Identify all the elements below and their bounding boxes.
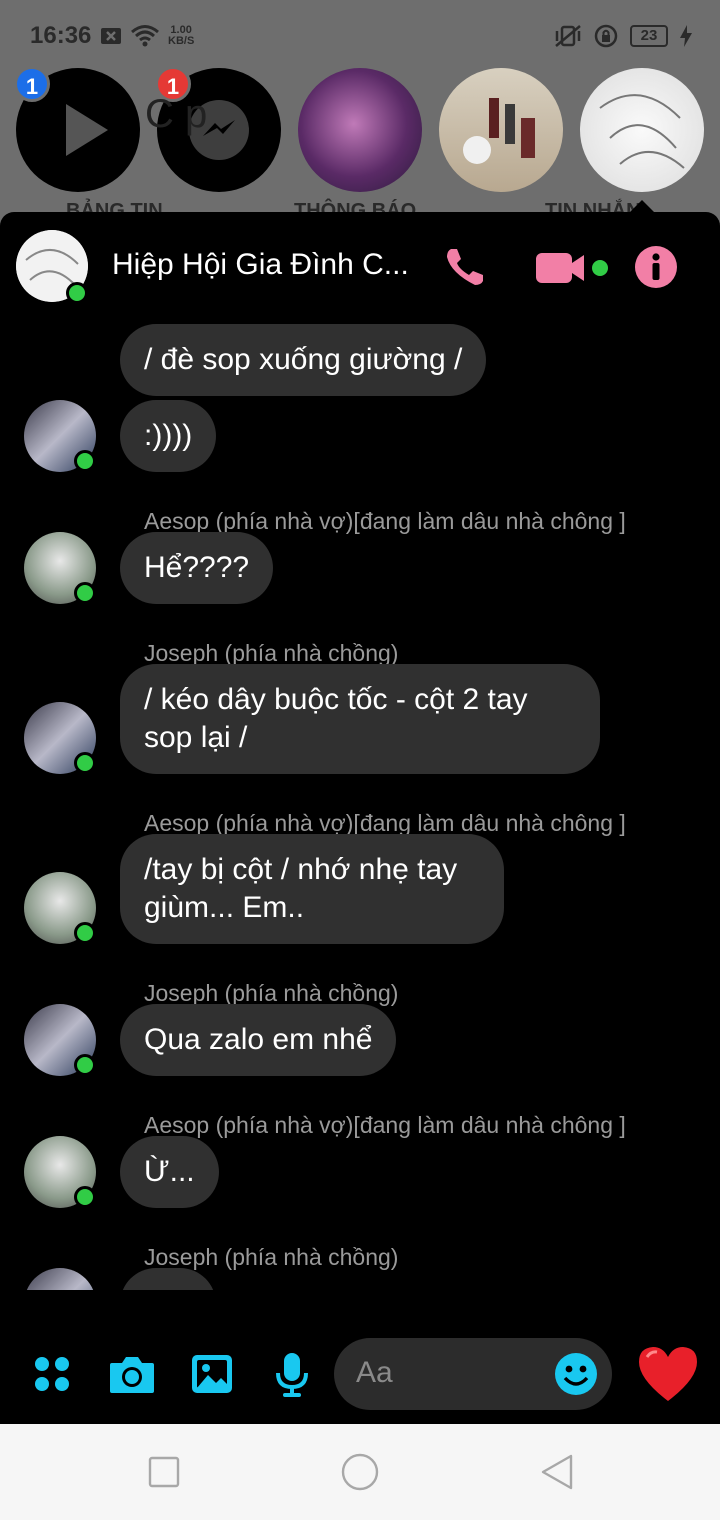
emoji-icon[interactable] — [554, 1352, 598, 1396]
system-nav-bar — [0, 1424, 720, 1520]
camera-icon — [110, 1357, 154, 1393]
video-icon — [536, 253, 608, 283]
message-bubble[interactable]: /tay bị cột / nhớ nhẹ tay giùm... Em.. — [120, 834, 504, 944]
video-call-button[interactable] — [536, 242, 610, 292]
message-bubble[interactable]: Ừ... — [120, 1136, 219, 1208]
circle-nav-icon — [341, 1453, 379, 1491]
camera-button[interactable] — [106, 1348, 158, 1400]
chat-title[interactable]: Hiệp Hội Gia Đình C... — [112, 248, 422, 282]
home-button[interactable] — [340, 1452, 380, 1492]
message-bubble[interactable]: Hể???? — [120, 532, 274, 604]
charging-icon — [680, 25, 692, 47]
sender-avatar[interactable] — [24, 702, 104, 782]
sender-avatar[interactable] — [24, 1268, 104, 1290]
notification-x-icon — [101, 28, 121, 44]
sender-name: Aesop (phía nhà vợ)[đang làm dâu nhà chô… — [144, 810, 626, 836]
sender-name: Joseph (phía nhà chồng) — [144, 1244, 399, 1270]
info-button[interactable] — [632, 242, 680, 292]
chat-header: Hiệp Hội Gia Đình C... — [0, 212, 720, 324]
sender-avatar[interactable] — [24, 1136, 104, 1216]
sender-name: Aesop (phía nhà vợ)[đang làm dâu nhà chô… — [144, 508, 626, 534]
more-actions-button[interactable] — [26, 1348, 78, 1400]
phone-icon — [447, 249, 483, 285]
info-icon — [635, 246, 677, 288]
notification-badge: 1 — [14, 66, 50, 102]
net-speed: 1.00 KB/S — [168, 24, 195, 47]
message-list[interactable]: / đè sop xuống giường / :)))) Aesop (phí… — [0, 324, 720, 1290]
message-bubble[interactable]: Qua zalo em nhể — [120, 1004, 397, 1076]
story-avatar-3 — [298, 68, 422, 192]
lock-rotation-icon — [594, 24, 618, 48]
online-indicator — [74, 752, 96, 774]
vibrate-off-icon — [555, 25, 581, 47]
message-input-placeholder: Aa — [356, 1356, 393, 1389]
wifi-icon — [131, 25, 159, 47]
avatar-image — [24, 1268, 96, 1290]
status-bar: 16:36 1.00 KB/S 23 — [0, 0, 720, 72]
message-bubble[interactable]: / kéo dây buộc tốc - cột 2 tay sop lại / — [120, 664, 600, 774]
back-button[interactable] — [536, 1452, 576, 1492]
recents-button[interactable] — [144, 1452, 184, 1492]
online-indicator — [74, 450, 96, 472]
story-avatar-5 — [580, 68, 704, 192]
message-bubble[interactable]: :)))) — [120, 400, 217, 472]
online-indicator — [74, 582, 96, 604]
back-triangle-icon — [541, 1454, 573, 1490]
microphone-icon — [276, 1353, 308, 1397]
image-icon — [192, 1355, 232, 1393]
sender-name: Joseph (phía nhà chồng) — [144, 980, 399, 1006]
background-app: 16:36 1.00 KB/S 23 1 1 C p BẢNG TIN THÔN… — [0, 0, 720, 230]
grid-icon — [35, 1357, 69, 1391]
message-composer: Aa — [0, 1324, 720, 1424]
online-indicator — [74, 1186, 96, 1208]
sender-avatar[interactable] — [24, 872, 104, 952]
message-bubble[interactable]: :)))) — [120, 1268, 217, 1290]
message-bubble[interactable]: / đè sop xuống giường / — [120, 324, 487, 396]
voice-button[interactable] — [266, 1348, 318, 1400]
message-input[interactable]: Aa — [334, 1338, 612, 1410]
like-button[interactable] — [636, 1342, 700, 1406]
online-indicator — [74, 1054, 96, 1076]
heart-icon — [639, 1347, 697, 1401]
sender-name: Joseph (phía nhà chồng) — [144, 640, 399, 666]
sender-avatar[interactable] — [24, 532, 104, 612]
sender-avatar[interactable] — [24, 400, 104, 480]
battery-indicator: 23 — [630, 25, 668, 47]
call-button[interactable] — [440, 242, 490, 292]
sender-avatar[interactable] — [24, 1004, 104, 1084]
square-nav-icon — [148, 1456, 180, 1488]
sender-name: Aesop (phía nhà vợ)[đang làm dâu nhà chô… — [144, 1112, 626, 1138]
chat-panel: Hiệp Hội Gia Đình C... / đè sop xuống gi… — [0, 212, 720, 1424]
sketch-illustration — [599, 94, 685, 169]
story-avatar-4 — [439, 68, 563, 192]
figures-illustration — [463, 98, 535, 164]
online-indicator — [66, 282, 88, 304]
gallery-button[interactable] — [186, 1348, 238, 1400]
online-indicator — [74, 922, 96, 944]
status-time: 16:36 — [30, 22, 92, 49]
background-partial-text: C p — [145, 92, 208, 136]
